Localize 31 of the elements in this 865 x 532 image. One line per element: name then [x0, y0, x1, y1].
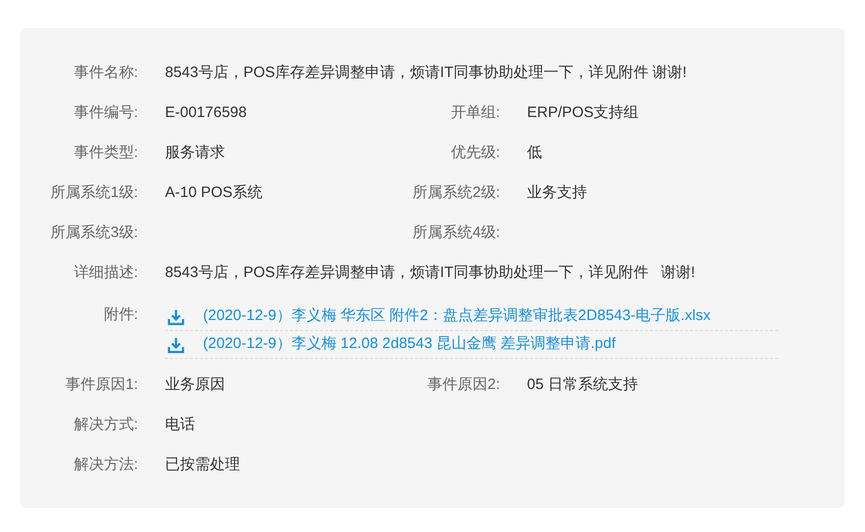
field-value: 8543号店，POS库存差异调整申请，烦请IT同事协助处理一下，详见附件 谢谢! [165, 62, 687, 83]
field-value: A-10 POS系统 [165, 184, 263, 201]
field-label: 事件名称: [74, 64, 138, 81]
attachment-link[interactable]: (2020-12-9）李义梅 华东区 附件2：盘点差异调整审批表2D8543-电子版.xlsx [203, 305, 711, 328]
field-label: 优先级: [450, 144, 500, 161]
field-value: 05 日常系统支持 [527, 374, 638, 395]
field-value: 低 [527, 142, 542, 163]
field-label: 事件类型: [74, 144, 138, 161]
field-value: 业务原因 [165, 376, 225, 393]
field-value: 电话 [165, 414, 195, 435]
field-label: 解决方式: [74, 416, 138, 433]
field-label: 所属系统1级: [50, 184, 138, 201]
field-label: 所属系统4级: [412, 224, 500, 241]
download-icon [167, 308, 185, 326]
field-label: 解决方法: [74, 456, 138, 473]
field-value: ERP/POS支持组 [527, 102, 639, 123]
download-icon [167, 336, 185, 354]
field-label: 附件: [104, 306, 138, 323]
field-label: 事件原因1: [65, 376, 138, 393]
field-label: 事件编号: [74, 104, 138, 121]
field-label: 开单组: [450, 104, 500, 121]
field-value: E-00176598 [165, 104, 247, 121]
field-value: 业务支持 [527, 182, 587, 203]
field-label: 详细描述: [74, 264, 138, 281]
field-label: 事件原因2: [427, 376, 500, 393]
field-value: 8543号店，POS库存差异调整申请，烦请IT同事协助处理一下，详见附件 谢谢! [165, 262, 696, 283]
field-label: 所属系统3级: [50, 224, 138, 241]
field-label: 所属系统2级: [412, 184, 500, 201]
field-value: 服务请求 [165, 144, 225, 161]
field-value: 已按需处理 [165, 454, 240, 475]
attachment-link[interactable]: (2020-12-9）李义梅 12.08 2d8543 昆山金鹰 差异调整申请.pdf [203, 333, 616, 356]
